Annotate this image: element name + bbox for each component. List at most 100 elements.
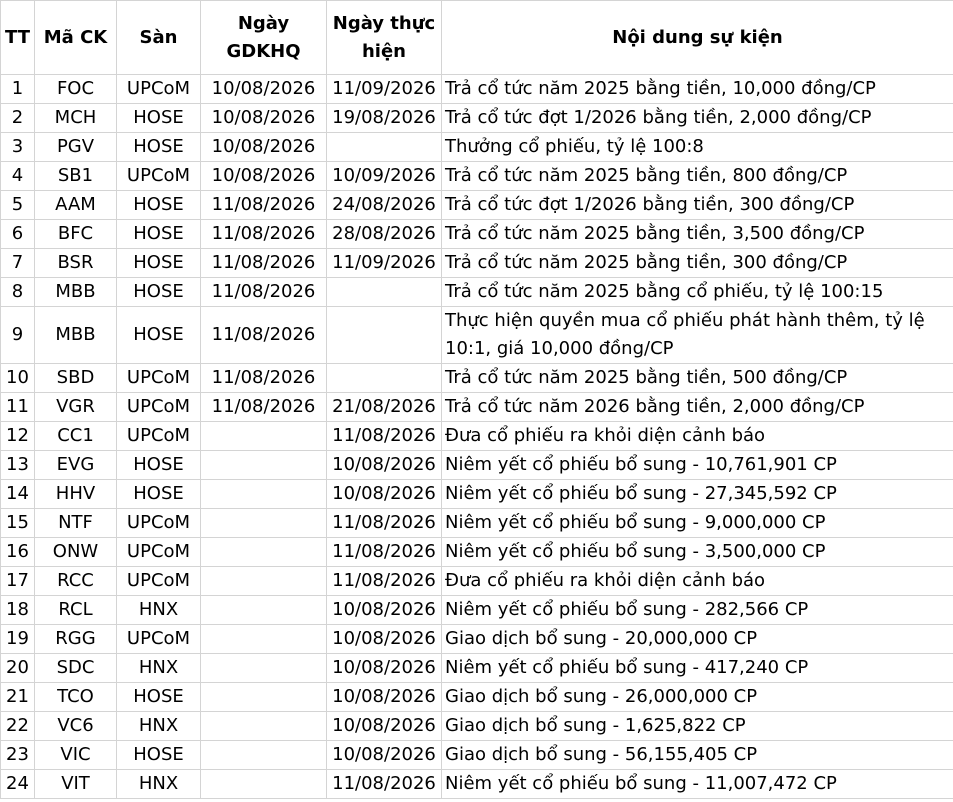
table-row: 7 BSR HOSE 11/08/2026 11/09/2026 Trả cổ tức n… — [0, 248, 953, 278]
table-row: 21 TCO HOSE 10/08/2026 Giao dịch bổ sung - 2… — [0, 682, 953, 712]
cell-san: UPCoM — [116, 421, 201, 451]
cell-san: HOSE — [116, 103, 201, 133]
cell-noi-dung: Trả cổ tức năm 2025 bằng tiền, 3,500 đồn… — [441, 219, 953, 249]
cell-ma-ck: EVG — [34, 450, 117, 480]
cell-tt: 6 — [0, 219, 35, 249]
cell-ngay-gdkhq: 11/08/2026 — [200, 190, 327, 220]
cell-tt: 11 — [0, 392, 35, 422]
cell-ngay-thuc-hien: 21/08/2026 — [326, 392, 442, 422]
cell-san: HOSE — [116, 479, 201, 509]
table-row: 14 HHV HOSE 10/08/2026 Niêm yết cổ phiếu bổ … — [0, 479, 953, 509]
cell-noi-dung: Trả cổ tức năm 2025 bằng tiền, 300 đồng/… — [441, 248, 953, 278]
cell-san: HNX — [116, 653, 201, 683]
cell-tt: 20 — [0, 653, 35, 683]
cell-ma-ck: SB1 — [34, 161, 117, 191]
cell-ngay-thuc-hien — [326, 277, 442, 307]
cell-noi-dung: Thưởng cổ phiếu, tỷ lệ 100:8 — [441, 132, 953, 162]
cell-tt: 18 — [0, 595, 35, 625]
cell-ma-ck: PGV — [34, 132, 117, 162]
cell-ngay-thuc-hien: 11/09/2026 — [326, 74, 442, 104]
cell-ma-ck: FOC — [34, 74, 117, 104]
cell-ngay-gdkhq — [200, 682, 327, 712]
cell-ngay-thuc-hien: 11/09/2026 — [326, 248, 442, 278]
cell-ngay-gdkhq — [200, 769, 327, 799]
cell-tt: 12 — [0, 421, 35, 451]
cell-ngay-gdkhq: 11/08/2026 — [200, 277, 327, 307]
cell-tt: 3 — [0, 132, 35, 162]
cell-ngay-thuc-hien: 10/08/2026 — [326, 479, 442, 509]
cell-ngay-gdkhq: 11/08/2026 — [200, 363, 327, 393]
cell-ngay-thuc-hien: 10/08/2026 — [326, 682, 442, 712]
table-row: 24 VIT HNX 11/08/2026 Niêm yết cổ phiếu bổ s… — [0, 769, 953, 799]
cell-ngay-gdkhq — [200, 740, 327, 770]
table-row: 11 VGR UPCoM 11/08/2026 21/08/2026 Trả cổ tức… — [0, 392, 953, 422]
cell-ma-ck: VC6 — [34, 711, 117, 741]
cell-san: UPCoM — [116, 537, 201, 567]
cell-ngay-gdkhq: 11/08/2026 — [200, 306, 327, 364]
cell-tt: 9 — [0, 306, 35, 364]
cell-tt: 16 — [0, 537, 35, 567]
cell-ngay-gdkhq — [200, 421, 327, 451]
cell-noi-dung: Giao dịch bổ sung - 26,000,000 CP — [441, 682, 953, 712]
table-row: 9 MBB HOSE 11/08/2026 Thực hiện quyền mua cổ… — [0, 306, 953, 364]
cell-ma-ck: HHV — [34, 479, 117, 509]
header-ngay-gdkhq: Ngày GDKHQ — [200, 0, 327, 75]
cell-ma-ck: RCL — [34, 595, 117, 625]
corporate-events-table: TT Mã CK Sàn Ngày GDKHQ Ngày thực hiện N… — [0, 0, 953, 799]
cell-ngay-gdkhq — [200, 537, 327, 567]
cell-noi-dung: Giao dịch bổ sung - 20,000,000 CP — [441, 624, 953, 654]
header-san: Sàn — [116, 0, 201, 75]
cell-tt: 17 — [0, 566, 35, 596]
cell-ma-ck: SDC — [34, 653, 117, 683]
cell-tt: 13 — [0, 450, 35, 480]
cell-ngay-thuc-hien: 10/08/2026 — [326, 711, 442, 741]
table-row: 23 VIC HOSE 10/08/2026 Giao dịch bổ sung - 5… — [0, 740, 953, 770]
cell-san: UPCoM — [116, 74, 201, 104]
cell-noi-dung: Niêm yết cổ phiếu bổ sung - 9,000,000 CP — [441, 508, 953, 538]
cell-ma-ck: NTF — [34, 508, 117, 538]
cell-ma-ck: VIT — [34, 769, 117, 799]
cell-ngay-gdkhq — [200, 624, 327, 654]
cell-san: HOSE — [116, 682, 201, 712]
cell-ngay-gdkhq: 10/08/2026 — [200, 103, 327, 133]
table-row: 18 RCL HNX 10/08/2026 Niêm yết cổ phiếu bổ s… — [0, 595, 953, 625]
cell-ngay-thuc-hien: 10/08/2026 — [326, 624, 442, 654]
cell-ngay-gdkhq — [200, 595, 327, 625]
cell-ma-ck: AAM — [34, 190, 117, 220]
cell-san: HNX — [116, 769, 201, 799]
cell-tt: 19 — [0, 624, 35, 654]
cell-san: HOSE — [116, 450, 201, 480]
cell-tt: 23 — [0, 740, 35, 770]
cell-ngay-thuc-hien — [326, 306, 442, 364]
cell-noi-dung: Trả cổ tức năm 2025 bằng tiền, 10,000 đồ… — [441, 74, 953, 104]
cell-ngay-gdkhq: 11/08/2026 — [200, 219, 327, 249]
cell-san: HOSE — [116, 306, 201, 364]
cell-ngay-thuc-hien — [326, 132, 442, 162]
header-tt: TT — [0, 0, 35, 75]
cell-ngay-gdkhq — [200, 566, 327, 596]
cell-noi-dung: Trả cổ tức đợt 1/2026 bằng tiền, 2,000 đ… — [441, 103, 953, 133]
table-row: 10 SBD UPCoM 11/08/2026 Trả cổ tức năm 2025 … — [0, 363, 953, 393]
cell-san: HOSE — [116, 219, 201, 249]
cell-noi-dung: Giao dịch bổ sung - 1,625,822 CP — [441, 711, 953, 741]
table-row: 5 AAM HOSE 11/08/2026 24/08/2026 Trả cổ tức đ… — [0, 190, 953, 220]
cell-ma-ck: RGG — [34, 624, 117, 654]
cell-tt: 21 — [0, 682, 35, 712]
cell-ma-ck: VGR — [34, 392, 117, 422]
header-row: TT Mã CK Sàn Ngày GDKHQ Ngày thực hiện N… — [0, 0, 953, 75]
cell-tt: 2 — [0, 103, 35, 133]
cell-san: UPCoM — [116, 508, 201, 538]
cell-ngay-thuc-hien: 10/08/2026 — [326, 595, 442, 625]
cell-san: UPCoM — [116, 392, 201, 422]
cell-san: HNX — [116, 595, 201, 625]
cell-noi-dung: Trả cổ tức năm 2026 bằng tiền, 2,000 đồn… — [441, 392, 953, 422]
cell-ngay-thuc-hien: 10/08/2026 — [326, 450, 442, 480]
cell-tt: 24 — [0, 769, 35, 799]
cell-ngay-thuc-hien: 11/08/2026 — [326, 508, 442, 538]
cell-tt: 4 — [0, 161, 35, 191]
table-row: 4 SB1 UPCoM 10/08/2026 10/09/2026 Trả cổ tức … — [0, 161, 953, 191]
cell-ngay-thuc-hien: 10/08/2026 — [326, 653, 442, 683]
table-row: 22 VC6 HNX 10/08/2026 Giao dịch bổ sung - 1,… — [0, 711, 953, 741]
table-row: 13 EVG HOSE 10/08/2026 Niêm yết cổ phiếu bổ … — [0, 450, 953, 480]
cell-noi-dung: Giao dịch bổ sung - 56,155,405 CP — [441, 740, 953, 770]
